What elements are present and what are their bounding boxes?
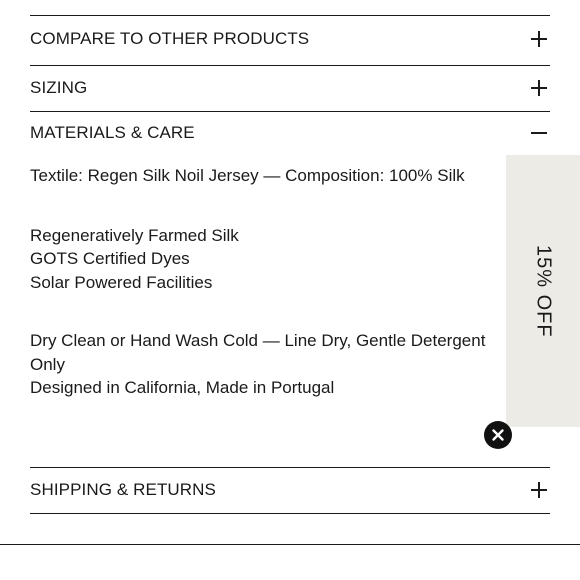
minus-icon[interactable] (530, 124, 548, 142)
discount-tab-label: 15% OFF (532, 244, 555, 338)
textile-text: Textile: Regen Silk Noil Jersey — Compos… (30, 166, 465, 185)
footer-divider (0, 544, 580, 545)
accordion-materials-label: MATERIALS & CARE (30, 123, 195, 142)
divider (30, 513, 550, 514)
accordion-shipping[interactable]: SHIPPING & RETURNS (30, 468, 550, 512)
feature-item: Regeneratively Farmed Silk (30, 225, 239, 245)
discount-tab[interactable]: 15% OFF (506, 155, 580, 427)
care-text: Dry Clean or Hand Wash Cold — Line Dry, … (30, 331, 486, 374)
accordion-sizing[interactable]: SIZING (30, 66, 550, 110)
plus-icon[interactable] (530, 481, 548, 499)
accordion-materials[interactable]: MATERIALS & CARE (30, 111, 550, 155)
accordion-sizing-label: SIZING (30, 78, 88, 97)
feature-item: Solar Powered Facilities (30, 272, 213, 292)
divider-top (30, 15, 550, 16)
plus-icon[interactable] (530, 30, 548, 48)
accordion-compare-label: COMPARE TO OTHER PRODUCTS (30, 29, 310, 48)
close-glyph (492, 429, 504, 441)
accordion-compare[interactable]: COMPARE TO OTHER PRODUCTS (30, 17, 550, 61)
accordion-shipping-label: SHIPPING & RETURNS (30, 480, 216, 499)
feature-item: GOTS Certified Dyes (30, 249, 190, 268)
close-icon[interactable] (484, 421, 512, 449)
materials-panel: Textile: Regen Silk Noil Jersey — Compos… (30, 164, 510, 400)
plus-icon[interactable] (530, 79, 548, 97)
origin-text: Designed in California, Made in Portugal (30, 378, 335, 397)
